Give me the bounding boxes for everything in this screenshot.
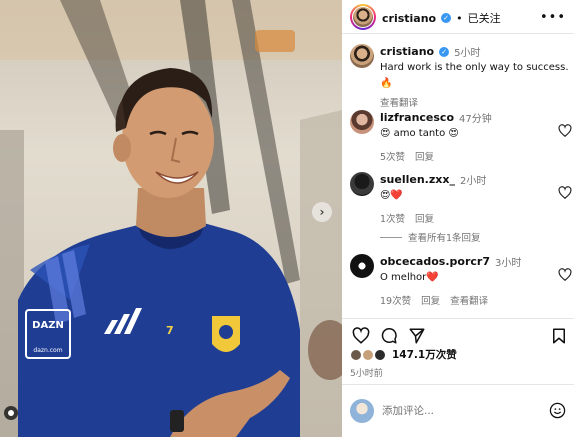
emoji-smile-icon[interactable] [549,402,566,419]
caption-username[interactable]: cristiano [380,45,434,58]
comment-time: 47分钟 [459,114,492,125]
avatar [362,348,374,361]
comment-username[interactable]: suellen.zxx_ [380,173,455,186]
next-photo-button[interactable]: › [312,202,332,222]
avatar [350,399,374,423]
photo-illustration: DAZN dazn.com 7 [0,0,342,437]
comment-time: 2小时 [459,176,487,187]
svg-text:DAZN: DAZN [32,320,64,331]
comment-text: O melhor❤️ [380,272,439,283]
see-translation-link[interactable]: 查看翻译 [450,293,488,307]
add-comment-bar [342,384,574,437]
comment-bubble-icon[interactable] [380,327,398,345]
avatar[interactable] [350,254,374,278]
tagged-user-icon[interactable] [4,406,18,420]
verified-badge-icon: ✓ [439,46,450,57]
heart-outline-icon[interactable] [558,268,572,282]
comment-input[interactable] [382,401,542,421]
paper-plane-icon[interactable] [408,327,426,345]
fire-emoji: 🔥 [380,78,393,89]
divider-line [380,236,402,238]
comment-item: obcecados.porcr7 3小时 O melhor❤️ 19次赞 回复 … [350,254,572,307]
jersey-number: 7 [166,324,174,337]
comment-item: lizfrancesco 47分钟 😍 amo tanto 😍 5次赞 回复 [350,110,572,163]
avatar [374,348,386,361]
comment-time: 3小时 [494,258,522,269]
bookmark-icon[interactable] [550,327,568,345]
comment-username[interactable]: lizfrancesco [380,111,454,124]
heart-outline-icon[interactable] [558,124,572,138]
more-horizontal-icon[interactable]: ••• [540,10,566,25]
avatar [353,7,373,27]
heart-outline-icon[interactable] [558,186,572,200]
following-button[interactable]: 已关注 [468,10,501,26]
chevron-right-icon: › [319,205,325,219]
avatar[interactable] [350,110,374,134]
story-ring[interactable] [350,4,376,30]
club-crest [212,316,240,352]
view-replies-link[interactable]: 查看所有1条回复 [380,230,481,244]
post-side-panel: cristiano ✓ • 已关注 ••• cristiano ✓ 5小时 Ha… [342,0,574,437]
svg-text:dazn.com: dazn.com [33,347,62,354]
likes-count: 147.1万次赞 [392,349,457,361]
heart-outline-icon[interactable] [352,327,370,345]
post-header: cristiano ✓ • 已关注 ••• [342,0,574,34]
comment-username[interactable]: obcecados.porcr7 [380,255,490,268]
verified-badge-icon: ✓ [441,13,452,23]
comment-text: 😍 amo tanto 😍 [380,128,459,139]
see-translation-link[interactable]: 查看翻译 [380,95,572,109]
reply-button[interactable]: 回复 [415,149,434,163]
post-timestamp: 5小时前 [350,369,383,379]
comment-likes[interactable]: 5次赞 [380,149,405,163]
reply-button[interactable]: 回复 [415,211,434,225]
reply-button[interactable]: 回复 [421,293,440,307]
separator: • [456,11,463,25]
caption-time: 5小时 [454,48,481,59]
comment-item: suellen.zxx_ 2小时 😍❤️ 1次赞 回复 [350,172,572,225]
avatar[interactable] [350,44,374,68]
author-username[interactable]: cristiano [382,12,436,25]
caption-text: Hard work is the only way to success. [380,62,569,73]
avatar[interactable] [350,172,374,196]
likes-summary[interactable]: 147.1万次赞 [350,347,457,362]
comment-text: 😍❤️ [380,190,403,201]
comment-likes[interactable]: 1次赞 [380,211,405,225]
avatar [350,348,362,361]
comment-likes[interactable]: 19次赞 [380,293,411,307]
post-photo: DAZN dazn.com 7 › [0,0,342,437]
view-replies-label: 查看所有1条回复 [408,233,481,244]
